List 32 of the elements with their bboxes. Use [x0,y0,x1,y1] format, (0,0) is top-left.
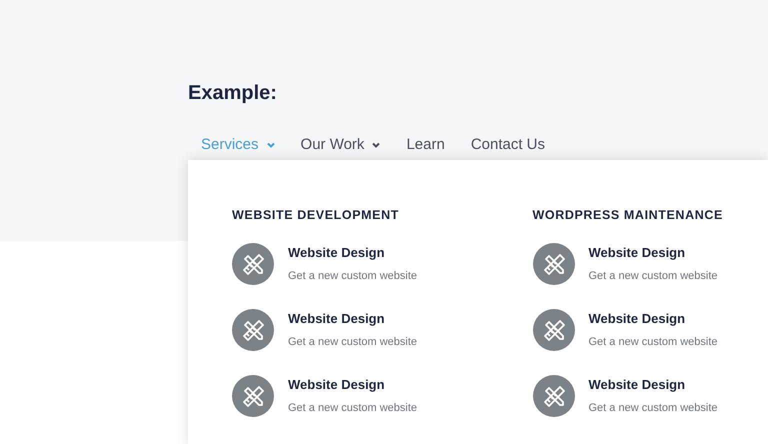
pencil-ruler-icon [532,242,574,285]
item-title: Website Design [588,376,686,394]
nav-link[interactable]: Contact Us [470,134,546,156]
pencil-ruler-icon [232,374,274,417]
menu-item[interactable]: Website Design Get a new custom website [532,374,768,417]
pencil-ruler-icon [232,242,274,285]
menu-item[interactable]: Website Design Get a new custom website [532,242,768,285]
column-heading: WEBSITE DEVELOPMENT [232,207,400,224]
item-description: Get a new custom website [288,269,418,284]
column-heading: WORDPRESS MAINTENANCE [532,207,724,224]
item-title: Website Design [288,376,386,394]
menu-item[interactable]: Website Design Get a new custom website [232,374,468,417]
item-title: Website Design [288,310,386,328]
item-title: Website Design [288,244,386,262]
caret-icon [372,142,380,148]
pencil-ruler-icon [232,308,274,351]
nav-link[interactable]: Our Work [300,134,380,156]
item-description: Get a new custom website [288,335,418,350]
item-description: Get a new custom website [588,335,718,350]
menu-item[interactable]: Website Design Get a new custom website [232,308,468,351]
item-title: Website Design [588,310,686,328]
item-description: Get a new custom website [288,401,418,416]
pencil-ruler-icon [532,374,574,417]
heading: Example: [188,81,278,106]
item-description: Get a new custom website [588,401,718,416]
nav-link[interactable]: Learn [406,134,445,156]
item-description: Get a new custom website [588,269,718,284]
menu-item[interactable]: Website Design Get a new custom website [232,242,468,285]
item-title: Website Design [588,244,686,262]
pencil-ruler-icon [532,308,574,351]
caret-icon [266,142,275,148]
menu-item[interactable]: Website Design Get a new custom website [532,308,768,351]
